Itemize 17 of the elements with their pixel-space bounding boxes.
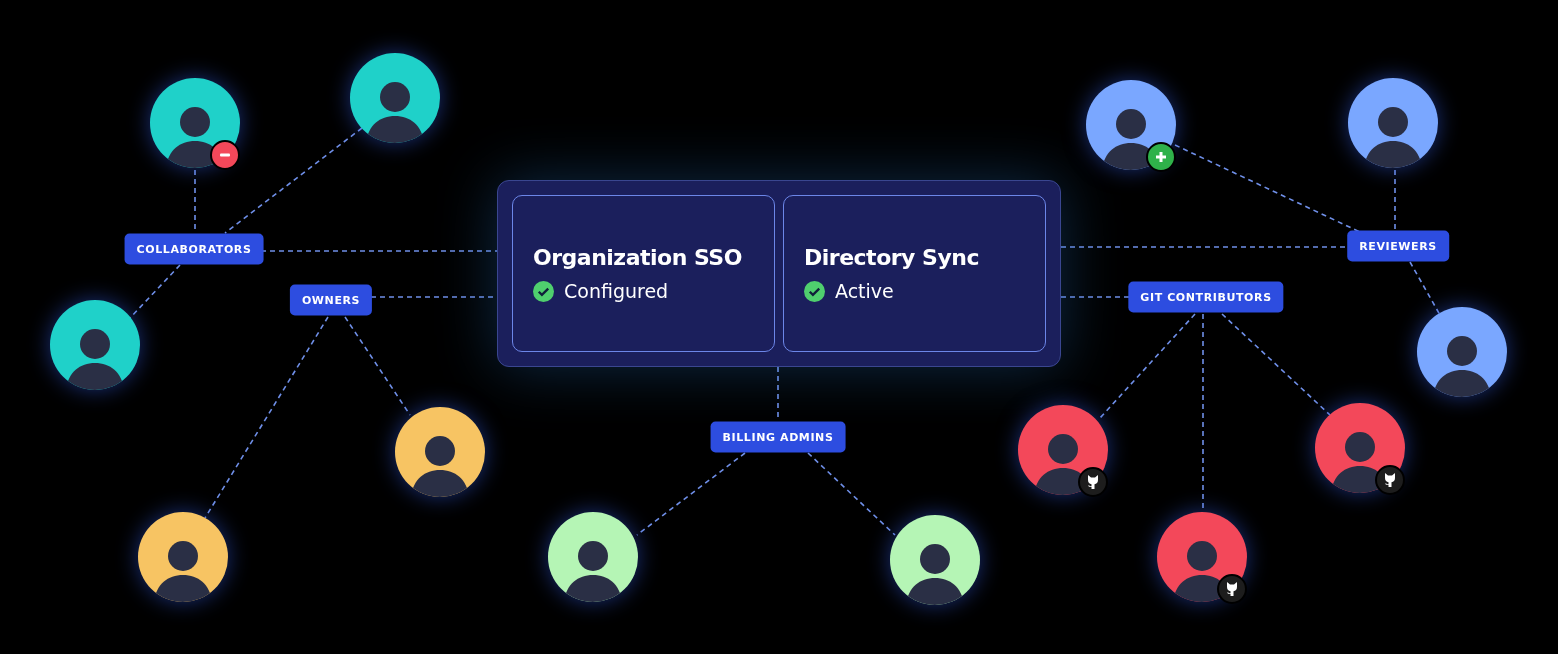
status-text: Active xyxy=(835,280,894,302)
check-icon xyxy=(804,280,825,302)
panel-title: Directory Sync xyxy=(804,245,980,270)
role-label: GIT CONTRIBUTORS xyxy=(1128,281,1284,313)
role-label: OWNERS xyxy=(289,284,373,316)
panel-title: Organization SSO xyxy=(533,245,743,270)
connector-line xyxy=(1409,261,1441,316)
role-label: BILLING ADMINS xyxy=(710,421,846,453)
cat-icon xyxy=(1085,474,1101,490)
connector-line xyxy=(1394,169,1396,231)
cat-icon xyxy=(1224,581,1240,597)
role-label: REVIEWERS xyxy=(1347,230,1449,262)
cat-icon xyxy=(1382,472,1398,488)
status-text: Configured xyxy=(564,280,669,302)
plus-icon xyxy=(1154,150,1168,164)
role-label: COLLABORATORS xyxy=(124,233,264,265)
check-icon xyxy=(533,280,554,302)
